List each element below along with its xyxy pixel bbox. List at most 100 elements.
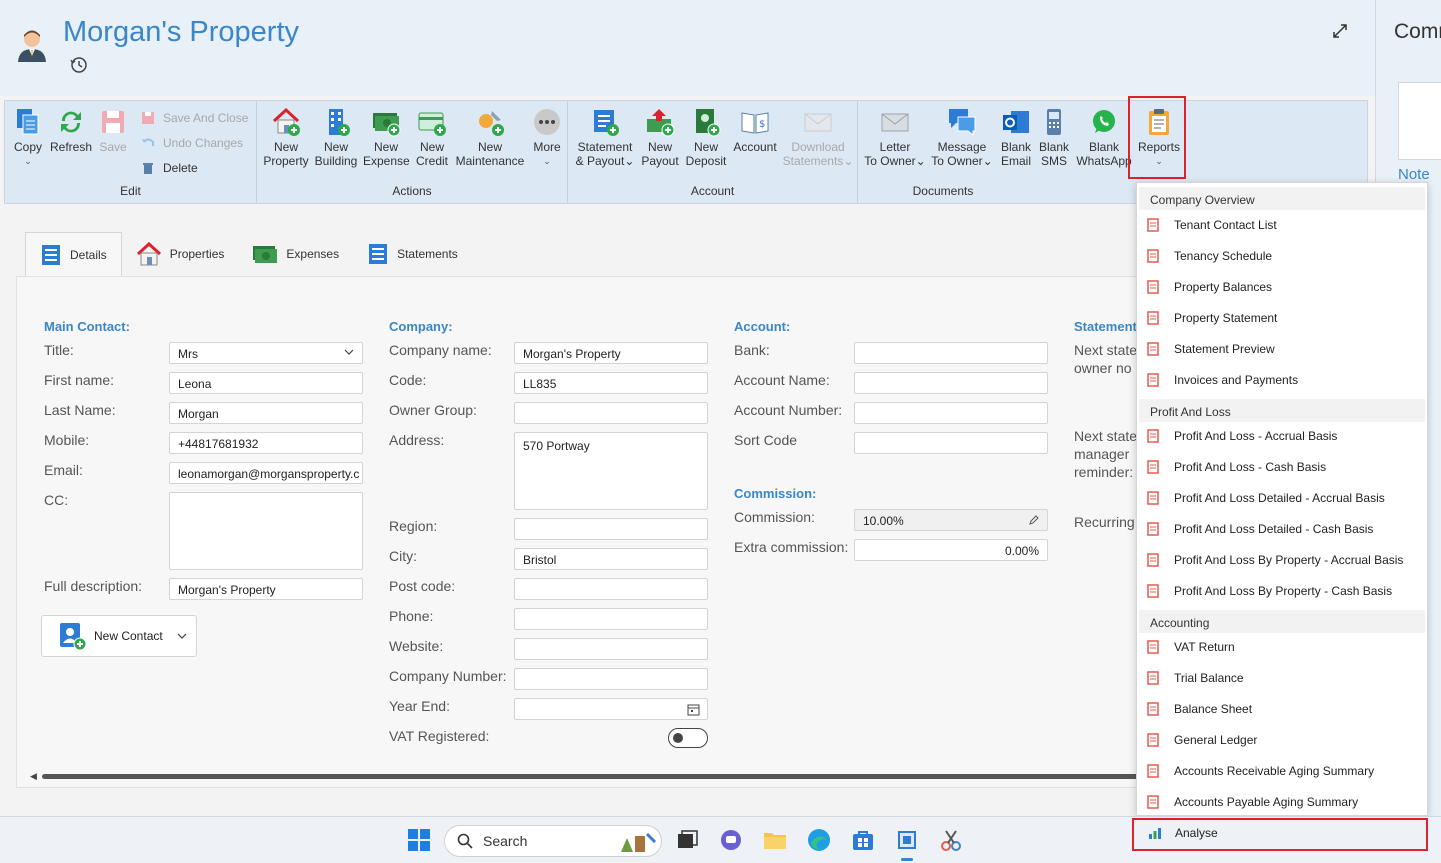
- comments-title: Comr: [1394, 20, 1441, 43]
- menu-item-pl-cash[interactable]: Profit And Loss - Cash Basis: [1147, 457, 1423, 477]
- bank-field[interactable]: [854, 342, 1048, 364]
- new-expense-button[interactable]: New Expense: [363, 107, 410, 168]
- tab-properties[interactable]: Properties: [122, 232, 239, 276]
- new-payout-button[interactable]: New Payout: [640, 107, 680, 168]
- first-name-field[interactable]: Leona: [169, 372, 363, 394]
- menu-item-pl-property-accrual[interactable]: Profit And Loss By Property - Accrual Ba…: [1147, 550, 1423, 570]
- note-link[interactable]: Note: [1398, 166, 1430, 183]
- title-select[interactable]: Mrs: [169, 342, 363, 364]
- scrollbar-thumb[interactable]: [42, 774, 1140, 779]
- chat-icon: [949, 109, 976, 137]
- post-code-field[interactable]: [514, 578, 708, 600]
- blank-whatsapp-button[interactable]: Blank WhatsApp: [1076, 107, 1132, 168]
- download-statements-button[interactable]: Download Statements⌄: [782, 107, 854, 168]
- menu-item-balance-sheet[interactable]: Balance Sheet: [1147, 699, 1423, 719]
- company-number-field[interactable]: [514, 668, 708, 690]
- horizontal-scrollbar[interactable]: ◀: [30, 770, 1140, 782]
- new-credit-button[interactable]: New Credit: [413, 107, 451, 168]
- refresh-button[interactable]: Refresh: [49, 107, 93, 154]
- delete-button[interactable]: Delete: [141, 161, 198, 175]
- vat-registered-toggle[interactable]: [668, 728, 708, 748]
- new-contact-button[interactable]: New Contact: [41, 615, 197, 657]
- more-button[interactable]: More ⌄: [529, 107, 565, 168]
- expand-icon[interactable]: [1331, 22, 1349, 40]
- commission-field[interactable]: 10.00%: [854, 509, 1048, 531]
- mobile-field[interactable]: +44817681932: [169, 432, 363, 454]
- menu-item-analyse[interactable]: Analyse: [1148, 826, 1218, 840]
- tab-details[interactable]: Details: [25, 232, 122, 276]
- address-field[interactable]: 570 Portway: [514, 432, 708, 510]
- phone-field[interactable]: [514, 608, 708, 630]
- menu-item-pl-detailed-cash[interactable]: Profit And Loss Detailed - Cash Basis: [1147, 519, 1423, 539]
- calendar-icon[interactable]: [687, 703, 700, 716]
- new-deposit-button[interactable]: New Deposit: [684, 107, 728, 168]
- account-name-field[interactable]: [854, 372, 1048, 394]
- menu-item-tenant-contact-list[interactable]: Tenant Contact List: [1147, 215, 1423, 235]
- copy-button[interactable]: Copy ⌄: [11, 107, 45, 168]
- sort-code-label: Sort Code: [734, 432, 798, 448]
- account-heading: Account:: [734, 319, 791, 334]
- menu-item-general-ledger[interactable]: General Ledger: [1147, 730, 1423, 750]
- menu-item-property-statement[interactable]: Property Statement: [1147, 308, 1423, 328]
- menu-item-pl-property-cash[interactable]: Profit And Loss By Property - Cash Basis: [1147, 581, 1423, 601]
- menu-item-tenancy-schedule[interactable]: Tenancy Schedule: [1147, 246, 1423, 266]
- commission-heading: Commission:: [734, 486, 817, 501]
- extra-commission-field[interactable]: 0.00%: [854, 539, 1048, 561]
- menu-item-ap-aging[interactable]: Accounts Payable Aging Summary: [1147, 792, 1423, 812]
- menu-item-property-balances[interactable]: Property Balances: [1147, 277, 1423, 297]
- pencil-icon[interactable]: [1028, 514, 1040, 526]
- blank-sms-button[interactable]: Blank SMS: [1038, 107, 1070, 168]
- year-end-field[interactable]: [514, 698, 708, 720]
- sort-code-field[interactable]: [854, 432, 1048, 454]
- history-icon[interactable]: [70, 56, 88, 74]
- region-field[interactable]: [514, 518, 708, 540]
- account-number-field[interactable]: [854, 402, 1048, 424]
- menu-item-vat-return[interactable]: VAT Return: [1147, 637, 1423, 657]
- teams-chat-icon[interactable]: [718, 827, 744, 853]
- menu-item-trial-balance[interactable]: Trial Balance: [1147, 668, 1423, 688]
- task-view-icon[interactable]: [674, 827, 700, 853]
- menu-item-pl-accrual[interactable]: Profit And Loss - Accrual Basis: [1147, 426, 1423, 446]
- email-field[interactable]: leonamorgan@morgansproperty.c: [169, 462, 363, 484]
- store-icon[interactable]: [850, 827, 876, 853]
- menu-item-ar-aging[interactable]: Accounts Receivable Aging Summary: [1147, 761, 1423, 781]
- chevron-down-icon: [344, 349, 354, 355]
- new-maintenance-button[interactable]: New Maintenance: [455, 107, 525, 168]
- full-description-field[interactable]: Morgan's Property: [169, 578, 363, 600]
- tab-expenses[interactable]: Expenses: [238, 232, 353, 276]
- analyse-chart-icon: [1149, 828, 1161, 839]
- new-property-button[interactable]: New Property: [263, 107, 309, 168]
- website-field[interactable]: [514, 638, 708, 660]
- menu-item-invoices-and-payments[interactable]: Invoices and Payments: [1147, 370, 1423, 390]
- message-to-owner-button[interactable]: Message To Owner⌄: [930, 107, 994, 168]
- report-doc-icon: [1147, 429, 1159, 443]
- menu-item-pl-detailed-accrual[interactable]: Profit And Loss Detailed - Accrual Basis: [1147, 488, 1423, 508]
- undo-changes-button[interactable]: Undo Changes: [141, 136, 243, 150]
- comment-input[interactable]: [1398, 82, 1441, 160]
- svg-text:$: $: [759, 119, 765, 130]
- new-building-button[interactable]: New Building: [313, 107, 359, 168]
- account-button[interactable]: $ Account: [732, 107, 778, 154]
- windows-icon[interactable]: [406, 827, 432, 853]
- taskbar-search[interactable]: Search: [444, 825, 662, 857]
- scroll-left-icon[interactable]: ◀: [30, 771, 37, 782]
- save-button[interactable]: Save: [97, 107, 129, 154]
- statement-payout-button[interactable]: Statement & Payout⌄: [574, 107, 636, 168]
- cc-field[interactable]: [169, 492, 363, 570]
- property-app-icon[interactable]: [894, 827, 920, 853]
- save-and-close-button[interactable]: Save And Close: [141, 111, 248, 125]
- snipping-tool-icon[interactable]: [938, 827, 964, 853]
- owner-group-field[interactable]: [514, 402, 708, 424]
- file-explorer-icon[interactable]: [762, 827, 788, 853]
- report-doc-icon: [1147, 460, 1159, 474]
- menu-item-statement-preview[interactable]: Statement Preview: [1147, 339, 1423, 359]
- city-field[interactable]: Bristol: [514, 548, 708, 570]
- last-name-field[interactable]: Morgan: [169, 402, 363, 424]
- letter-to-owner-button[interactable]: Letter To Owner⌄: [862, 107, 928, 168]
- tab-statements[interactable]: Statements: [353, 232, 472, 276]
- save-icon: [102, 111, 124, 133]
- edge-browser-icon[interactable]: [806, 827, 832, 853]
- code-field[interactable]: LL835: [514, 372, 708, 394]
- blank-email-button[interactable]: Blank Email: [998, 107, 1034, 168]
- company-name-field[interactable]: Morgan's Property: [514, 342, 708, 364]
